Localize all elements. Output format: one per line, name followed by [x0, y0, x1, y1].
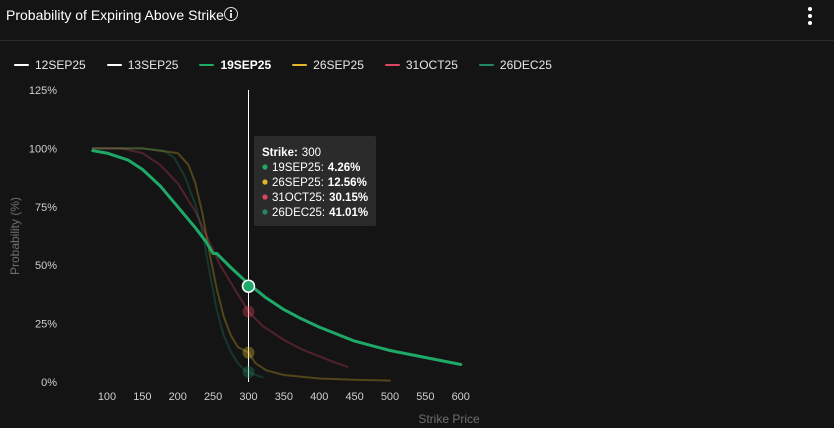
tooltip-row-label: 19SEP25: [272, 162, 324, 174]
tooltip-dot [262, 164, 268, 170]
crosshair-marker [242, 366, 255, 379]
y-tick-label: 25% [35, 319, 57, 331]
x-tick-label: 400 [310, 391, 328, 403]
tooltip-row: 26SEP25: 12.56% [272, 177, 367, 189]
x-tick-label: 250 [204, 391, 222, 403]
tooltip-row-value: 12.56% [328, 177, 367, 189]
x-tick-label: 600 [452, 391, 470, 403]
y-tick-label: 0% [41, 377, 57, 389]
tooltip-row: 31OCT25: 30.15% [272, 192, 368, 204]
tooltip-row-value: 4.26% [328, 162, 361, 174]
x-tick-label: 550 [416, 391, 434, 403]
tooltip-row-label: 26SEP25: [272, 177, 324, 189]
tooltip-dot [262, 209, 268, 215]
y-tick-label: 75% [35, 202, 57, 214]
tooltip-dot [262, 179, 268, 185]
x-axis-title: Strike Price [418, 412, 480, 426]
probability-chart: 0% 25% 50% 75% 100% 125% 100 150 200 250 300 350 400… [8, 85, 480, 426]
y-tick-label: 50% [35, 260, 57, 272]
x-tick-label: 200 [169, 391, 187, 403]
tooltip-row-value: 41.01% [329, 207, 368, 219]
tooltip-dot [262, 194, 268, 200]
tooltip-row: 19SEP25: 4.26% [272, 162, 360, 174]
x-tick-label: 350 [275, 391, 293, 403]
tooltip-row-label: 26DEC25: [272, 207, 325, 219]
crosshair-marker [242, 346, 255, 359]
crosshair-marker [242, 305, 255, 318]
tooltip-row: 26DEC25: 41.01% [272, 207, 368, 219]
tooltip-row-label: 31OCT25: [272, 192, 325, 204]
y-tick-label: 100% [29, 143, 57, 155]
tooltip-title: Strike: 300 [262, 147, 321, 159]
x-tick-label: 150 [133, 391, 151, 403]
y-axis-title: Probability (%) [8, 197, 22, 275]
x-tick-label: 450 [345, 391, 363, 403]
x-tick-label: 300 [239, 391, 257, 403]
tooltip-title-value: 300 [302, 147, 321, 159]
y-tick-label: 125% [29, 85, 57, 97]
x-tick-label: 100 [98, 391, 116, 403]
tooltip-title-label: Strike: [262, 147, 298, 159]
tooltip-row-value: 30.15% [329, 192, 368, 204]
x-tick-label: 500 [381, 391, 399, 403]
crosshair-marker [241, 279, 256, 293]
